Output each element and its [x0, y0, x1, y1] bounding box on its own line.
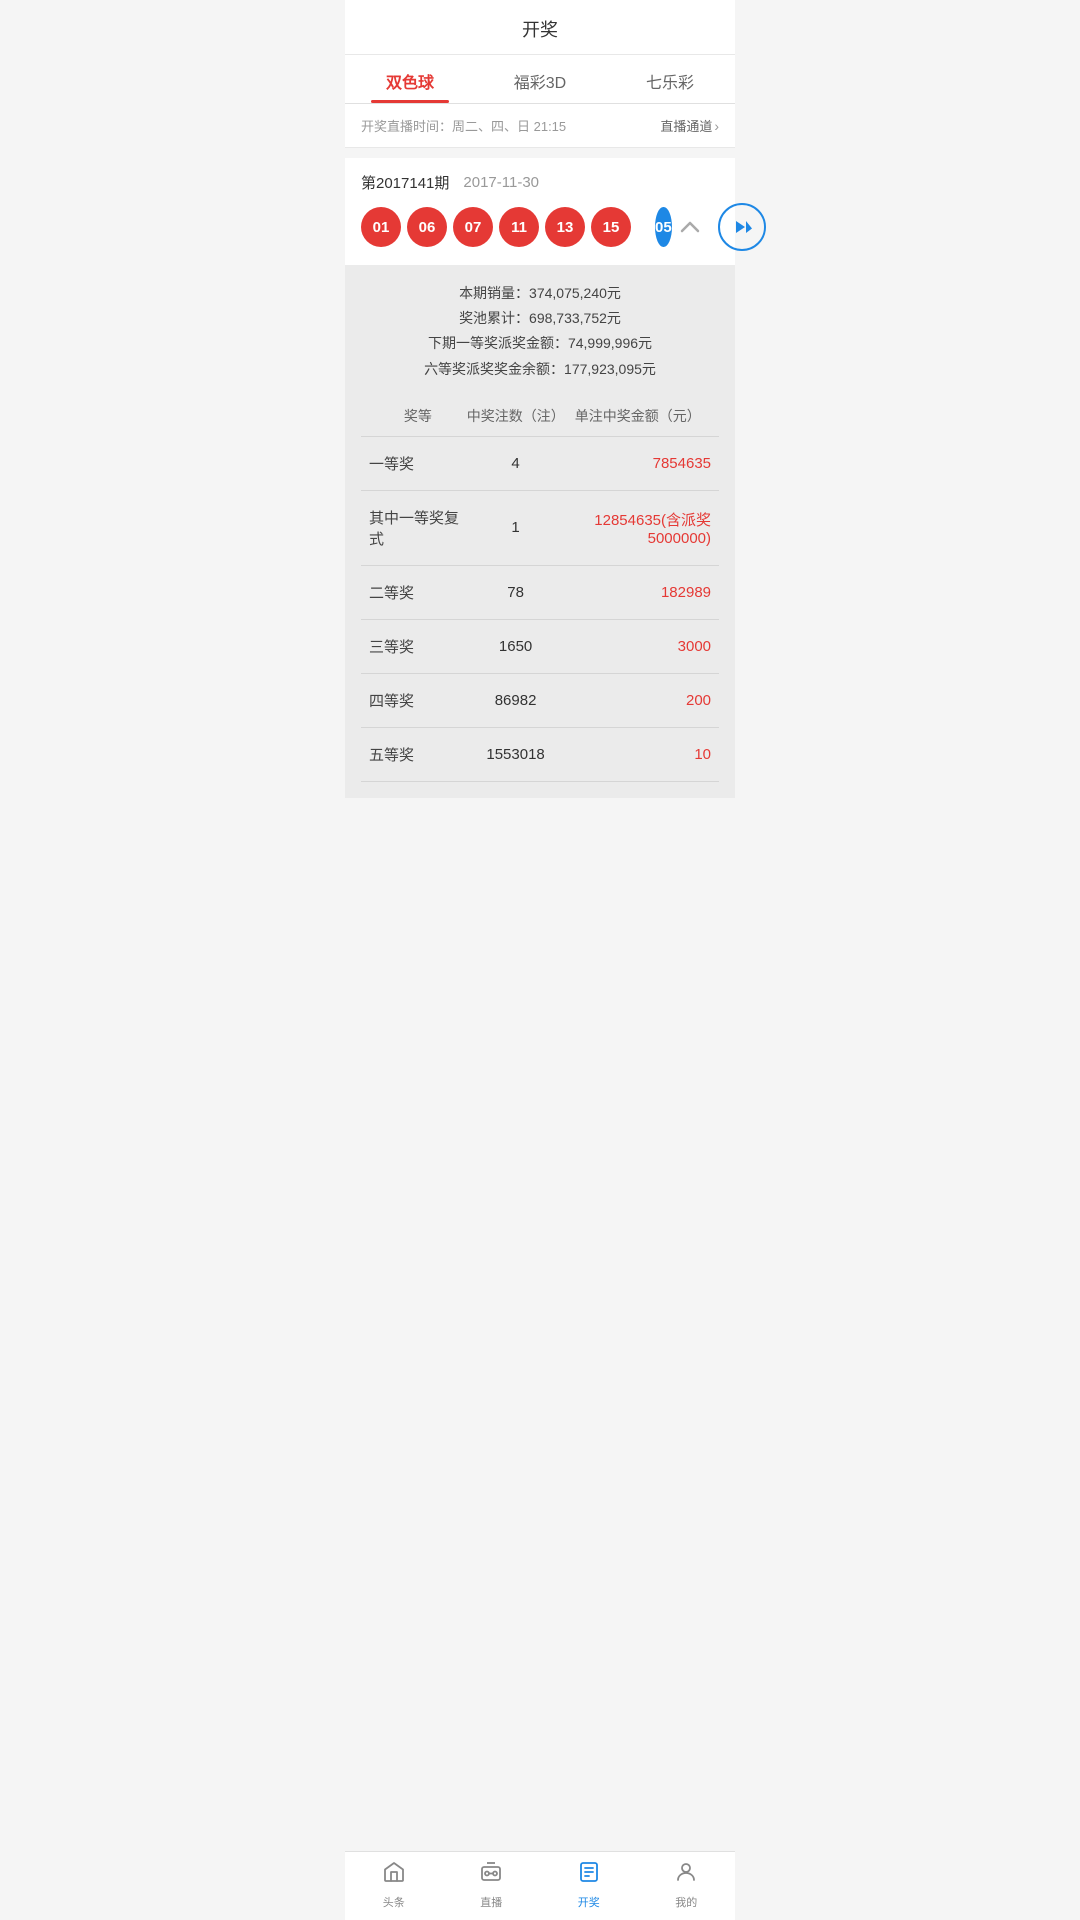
- chevron-up-button[interactable]: [672, 209, 708, 245]
- prize-table: 奖等 中奖注数（注） 单注中奖金额（元） 一等奖 4 7854635 其中一等奖…: [361, 396, 719, 782]
- tab-shuangseqiu[interactable]: 双色球: [345, 55, 475, 103]
- tab-bar: 双色球 福彩3D 七乐彩: [345, 55, 735, 104]
- table-row: 其中一等奖复式 1 12854635(含派奖5000000): [361, 491, 719, 566]
- nav-label-mine: 我的: [675, 1894, 697, 1910]
- stats-block: 本期销量：374,075,240元 奖池累计：698,733,752元 下期一等…: [361, 281, 719, 382]
- prize-level: 二等奖: [361, 582, 467, 603]
- tab-qilecai[interactable]: 七乐彩: [605, 55, 735, 103]
- prize-level: 其中一等奖复式: [361, 507, 467, 549]
- prize-count: 78: [467, 584, 565, 601]
- prize-count: 1: [467, 519, 565, 536]
- broadcast-arrow-icon: ›: [714, 118, 719, 134]
- balls-controls: [672, 203, 766, 251]
- period-info: 第2017141期 2017-11-30: [361, 172, 719, 193]
- red-ball: 07: [453, 207, 493, 247]
- prize-amount: 182989: [564, 584, 719, 601]
- red-ball: 06: [407, 207, 447, 247]
- period-section: 第2017141期 2017-11-30 010607111315 05: [345, 158, 735, 265]
- broadcast-bar: 开奖直播时间：周二、四、日 21:15 直播通道 ›: [345, 104, 735, 148]
- col-header-amount: 单注中奖金额（元）: [564, 406, 719, 426]
- stat-sixth-remain: 六等奖派奖奖金余额：177,923,095元: [361, 357, 719, 382]
- prize-count: 4: [467, 455, 565, 472]
- tab-fucai3d[interactable]: 福彩3D: [475, 55, 605, 103]
- nav-label-live: 直播: [480, 1894, 502, 1910]
- prize-amount: 10: [564, 746, 719, 763]
- nav-item-mine[interactable]: 我的: [638, 1860, 736, 1910]
- table-row: 五等奖 1553018 10: [361, 728, 719, 782]
- lottery-icon: [577, 1860, 601, 1890]
- prize-amount: 12854635(含派奖5000000): [564, 509, 719, 547]
- prize-count: 1553018: [467, 746, 565, 763]
- nav-item-live[interactable]: 直播: [443, 1860, 541, 1910]
- prize-count: 1650: [467, 638, 565, 655]
- red-balls-group: 010607111315: [361, 207, 631, 247]
- prize-level: 四等奖: [361, 690, 467, 711]
- stat-pool: 奖池累计：698,733,752元: [361, 306, 719, 331]
- prize-amount: 3000: [564, 638, 719, 655]
- nav-label-lottery: 开奖: [578, 1894, 600, 1910]
- nav-label-headlines: 头条: [383, 1894, 405, 1910]
- prize-rows: 一等奖 4 7854635 其中一等奖复式 1 12854635(含派奖5000…: [361, 437, 719, 782]
- broadcast-link[interactable]: 直播通道 ›: [660, 116, 719, 135]
- nav-item-lottery[interactable]: 开奖: [540, 1860, 638, 1910]
- prize-count: 86982: [467, 692, 565, 709]
- table-row: 一等奖 4 7854635: [361, 437, 719, 491]
- col-header-level: 奖等: [361, 406, 467, 426]
- red-ball: 15: [591, 207, 631, 247]
- red-ball: 01: [361, 207, 401, 247]
- table-row: 三等奖 1650 3000: [361, 620, 719, 674]
- prize-amount: 7854635: [564, 455, 719, 472]
- details-panel: 本期销量：374,075,240元 奖池累计：698,733,752元 下期一等…: [345, 265, 735, 798]
- user-icon: [674, 1860, 698, 1890]
- live-icon: [479, 1860, 503, 1890]
- nav-item-headlines[interactable]: 头条: [345, 1860, 443, 1910]
- table-row: 二等奖 78 182989: [361, 566, 719, 620]
- page-title: 开奖: [522, 20, 558, 40]
- table-row: 四等奖 86982 200: [361, 674, 719, 728]
- prize-level: 一等奖: [361, 453, 467, 474]
- table-header: 奖等 中奖注数（注） 单注中奖金额（元）: [361, 396, 719, 437]
- home-icon: [382, 1860, 406, 1890]
- broadcast-time: 开奖直播时间：周二、四、日 21:15: [361, 116, 566, 135]
- balls-row: 010607111315 05: [361, 203, 719, 265]
- stat-next-first: 下期一等奖派奖金额：74,999,996元: [361, 331, 719, 356]
- prize-amount: 200: [564, 692, 719, 709]
- bottom-nav: 头条 直播 开奖: [345, 1851, 735, 1920]
- col-header-count: 中奖注数（注）: [467, 406, 565, 426]
- prize-level: 三等奖: [361, 636, 467, 657]
- stat-sales: 本期销量：374,075,240元: [361, 281, 719, 306]
- page-header: 开奖: [345, 0, 735, 55]
- video-button[interactable]: [718, 203, 766, 251]
- red-ball: 11: [499, 207, 539, 247]
- period-number: 第2017141期: [361, 172, 449, 193]
- prize-level: 五等奖: [361, 744, 467, 765]
- red-ball: 13: [545, 207, 585, 247]
- period-date: 2017-11-30: [463, 174, 539, 191]
- blue-ball: 05: [655, 207, 672, 247]
